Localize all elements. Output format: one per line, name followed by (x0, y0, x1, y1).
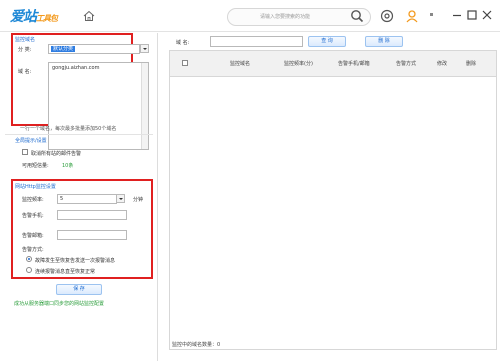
http-monitor-section-title: 网站Http监控设置 (15, 184, 56, 190)
left-panel: 监控域名 分 类: 默认分类 域 名: gongju.aizhan.com 一行… (0, 33, 158, 361)
user-icon[interactable] (405, 9, 419, 23)
maximize-icon[interactable] (466, 9, 478, 21)
delete-button[interactable]: 删 除 (365, 36, 403, 47)
col-domain: 监控域名 (230, 61, 251, 67)
sync-success-note: 成功从服务器端口同步您的网站监控配置 (14, 301, 105, 307)
search-icon[interactable] (350, 9, 364, 23)
freq-unit: 分钟 (133, 197, 144, 203)
user-menu-caret-icon[interactable] (430, 13, 433, 16)
domain-textarea[interactable]: gongju.aizhan.com (48, 62, 149, 150)
alarm-mode-once-radio[interactable] (26, 256, 32, 262)
freq-value: 5 (60, 196, 64, 202)
monitor-table: 监控域名 监控频率(分) 告警手机/邮箱 告警方式 修改 删除 (169, 50, 497, 350)
table-header: 监控域名 监控频率(分) 告警手机/邮箱 告警方式 修改 删除 (170, 51, 496, 77)
query-button[interactable]: 查 询 (308, 36, 346, 47)
domain-textarea-value: gongju.aizhan.com (52, 65, 100, 71)
col-delete: 删除 (466, 61, 477, 67)
domain-scrollbar[interactable] (141, 63, 148, 149)
freq-select[interactable]: 5 (57, 194, 117, 204)
alarm-mode-continuous-radio[interactable] (26, 267, 32, 273)
logo-main: 爱站 (10, 9, 37, 25)
alarm-phone-input[interactable] (57, 210, 127, 220)
alarm-mode-continuous-label: 连续报警消息直至恢复正常 (35, 269, 96, 275)
freq-dropdown-icon[interactable] (116, 194, 125, 203)
col-mode: 告警方式 (396, 61, 417, 67)
filter-domain-input[interactable] (210, 36, 303, 47)
category-selected-value: 默认分类 (51, 46, 76, 52)
col-contact: 告警手机/邮箱 (338, 61, 370, 67)
cancel-all-mail-label: 取消所有站的邮件告警 (31, 151, 82, 157)
monitor-domain-section-title: 监控域名 (15, 37, 36, 43)
skin-icon[interactable] (380, 9, 394, 23)
section-divider (5, 134, 153, 135)
freq-label: 监控频率: (22, 197, 44, 203)
minimize-icon[interactable] (451, 9, 463, 21)
sms-quota-label: 可用短信量: (22, 163, 49, 169)
right-panel: 域 名: 查 询 删 除 监控域名 监控频率(分) 告警手机/邮箱 告警方式 修… (160, 33, 500, 361)
alarm-mode-label: 告警方式: (22, 247, 44, 253)
category-select[interactable]: 默认分类 (48, 44, 140, 54)
close-icon[interactable] (481, 9, 493, 21)
alarm-phone-label: 告警手机: (22, 213, 44, 219)
save-button[interactable]: 保 存 (56, 284, 102, 295)
cancel-all-mail-checkbox[interactable] (22, 149, 28, 155)
alarm-email-label: 告警邮箱: (22, 233, 44, 239)
title-bar: 爱站工具包 请输入您要搜索的功能 (0, 0, 500, 32)
alarm-mode-once-label: 故障发生至恢复告发送一次报警消息 (35, 258, 116, 264)
category-dropdown-icon[interactable] (140, 44, 149, 53)
global-settings-section-title: 全局提示/设置 (15, 138, 47, 144)
monitor-count: 监控中的域名数量：0 (172, 342, 221, 348)
category-label: 分 类: (18, 47, 32, 53)
domain-label: 域 名: (18, 69, 32, 75)
domain-hint: 一行一个域名，每次最多批量添加50个域名 (20, 126, 117, 132)
col-frequency: 监控频率(分) (284, 61, 313, 67)
sms-quota-value: 10条 (62, 163, 74, 169)
home-icon[interactable] (83, 10, 95, 22)
col-edit: 修改 (437, 61, 448, 67)
app-logo[interactable]: 爱站工具包 (10, 6, 58, 26)
filter-domain-label: 域 名: (176, 40, 190, 46)
logo-sub: 工具包 (36, 13, 58, 23)
alarm-email-input[interactable] (57, 230, 127, 240)
select-all-checkbox[interactable] (182, 60, 188, 66)
